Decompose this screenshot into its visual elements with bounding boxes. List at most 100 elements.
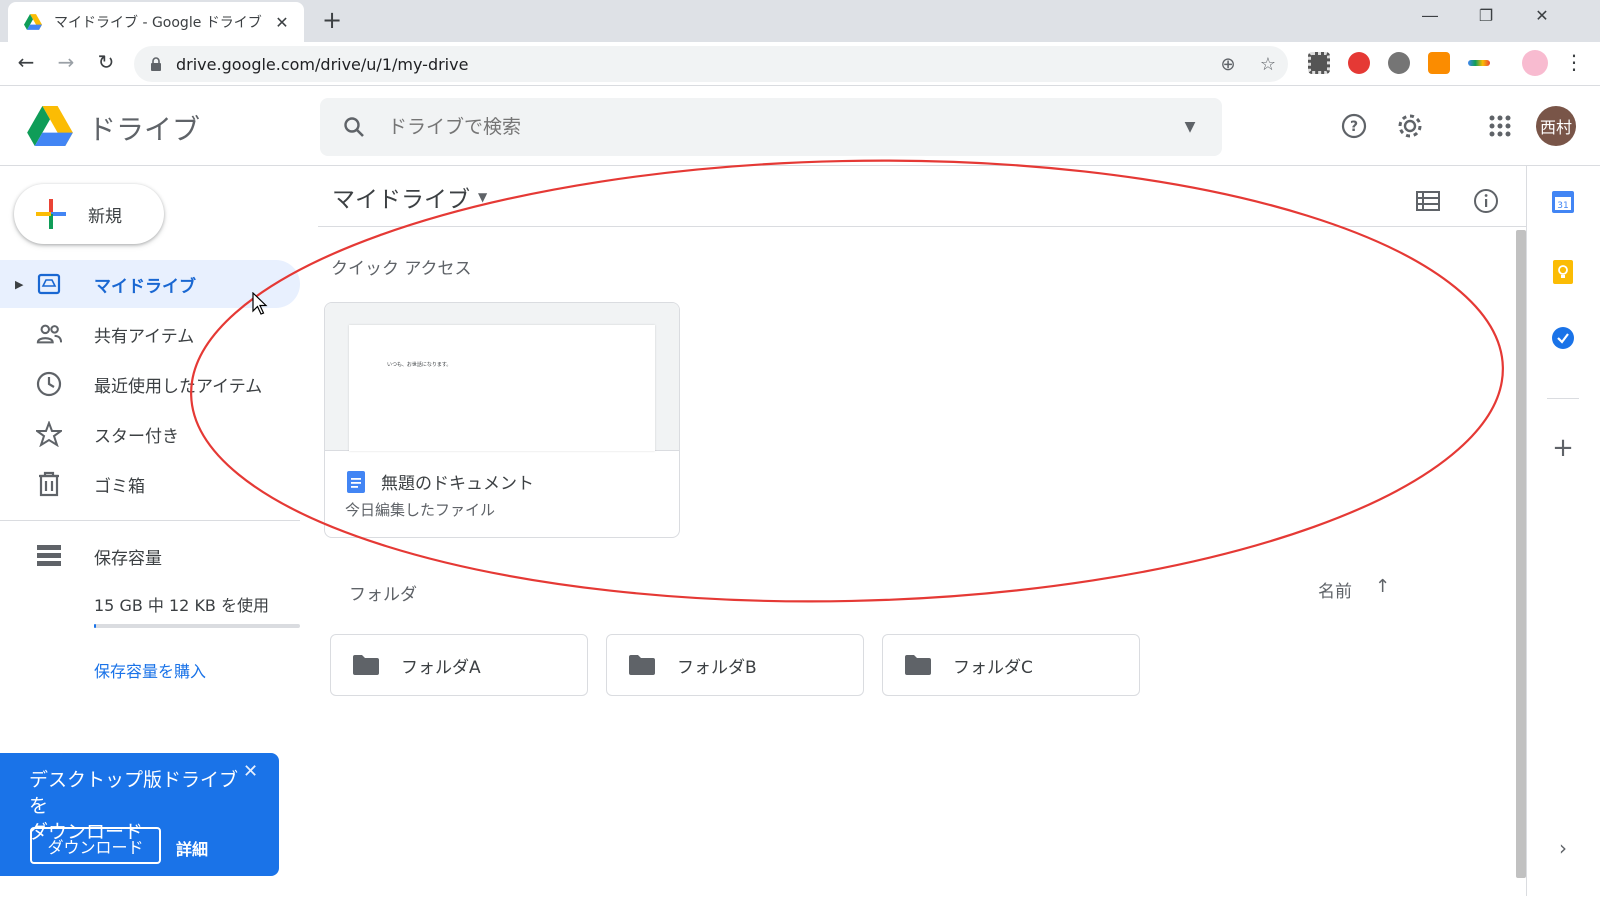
desktop-download-promo: デスクトップ版ドライブを ダウンロード ✕ ダウンロード 詳細 bbox=[0, 753, 279, 876]
chevron-down-icon: ▼ bbox=[478, 190, 488, 204]
tab-close-icon[interactable]: ✕ bbox=[272, 13, 292, 32]
trash-icon bbox=[36, 471, 62, 497]
sidebar-item-label: ゴミ箱 bbox=[94, 476, 145, 497]
search-box[interactable]: ▼ bbox=[320, 98, 1222, 156]
folder-card[interactable]: フォルダC bbox=[882, 634, 1140, 696]
analytics-extension-icon[interactable] bbox=[1468, 60, 1490, 66]
storage-usage-text: 15 GB 中 12 KB を使用 bbox=[94, 596, 269, 615]
drive-header: ドライブ ▼ ? 西村 bbox=[0, 86, 1600, 166]
main-divider bbox=[318, 226, 1526, 227]
bookmark-star-icon[interactable]: ☆ bbox=[1248, 54, 1288, 75]
google-docs-icon bbox=[347, 471, 365, 493]
tasks-icon[interactable] bbox=[1549, 324, 1577, 352]
storage-icon bbox=[36, 543, 62, 569]
lock-icon bbox=[151, 57, 161, 71]
search-input[interactable] bbox=[388, 116, 1158, 138]
document-thumbnail: いつも、お世話になります。 bbox=[325, 303, 679, 451]
back-arrow-icon[interactable]: ← bbox=[12, 50, 40, 74]
page-title[interactable]: マイドライブ ▼ bbox=[332, 180, 487, 214]
sidebar-divider bbox=[0, 520, 300, 521]
promo-close-icon[interactable]: ✕ bbox=[243, 761, 258, 782]
sort-direction-icon[interactable]: ↑ bbox=[1375, 576, 1390, 597]
sort-by-name-button[interactable]: 名前 bbox=[1318, 577, 1352, 602]
help-icon[interactable]: ? bbox=[1336, 108, 1372, 144]
folder-name: フォルダA bbox=[401, 657, 481, 678]
storage-progress-bar bbox=[94, 624, 300, 628]
new-button-label: 新規 bbox=[88, 206, 122, 227]
search-icon[interactable] bbox=[320, 115, 388, 139]
recent-icon bbox=[36, 371, 62, 397]
reload-icon[interactable]: ↻ bbox=[92, 50, 120, 74]
side-panel: 31 + › bbox=[1526, 166, 1600, 896]
folder-name: フォルダB bbox=[677, 657, 757, 678]
my-drive-icon bbox=[36, 271, 62, 297]
drive-logo-icon[interactable] bbox=[26, 106, 74, 146]
sidebar-item-label: スター付き bbox=[94, 426, 179, 447]
profile-icon[interactable] bbox=[1522, 50, 1548, 76]
folder-icon bbox=[353, 655, 379, 675]
new-button[interactable]: 新規 bbox=[14, 184, 164, 244]
svg-text:?: ? bbox=[1350, 119, 1358, 135]
side-panel-divider bbox=[1547, 398, 1579, 399]
chart-extension-icon[interactable] bbox=[1428, 52, 1450, 74]
promo-text-line: デスクトップ版ドライブを bbox=[29, 769, 239, 817]
qr-extension-icon[interactable] bbox=[1308, 52, 1330, 74]
new-tab-button[interactable]: + bbox=[322, 8, 342, 32]
sidebar-item-trash[interactable]: ゴミ箱 bbox=[0, 460, 300, 508]
search-options-icon[interactable]: ▼ bbox=[1158, 119, 1222, 135]
svg-text:31: 31 bbox=[1557, 201, 1568, 211]
info-icon[interactable] bbox=[1468, 183, 1504, 219]
folder-card[interactable]: フォルダA bbox=[330, 634, 588, 696]
folders-section-label: フォルダ bbox=[349, 585, 417, 605]
account-avatar[interactable]: 西村 bbox=[1536, 106, 1576, 146]
close-icon[interactable]: ✕ bbox=[1522, 6, 1562, 25]
sidebar-item-storage[interactable]: 保存容量 bbox=[0, 532, 300, 580]
sidebar-item-label: 保存容量 bbox=[94, 548, 162, 569]
browser-tab-strip: マイドライブ - Google ドライブ ✕ + ― ❐ ✕ bbox=[0, 0, 1600, 42]
quick-access-label: クイック アクセス bbox=[331, 259, 472, 279]
apps-icon[interactable] bbox=[1482, 108, 1518, 144]
folder-card[interactable]: フォルダB bbox=[606, 634, 864, 696]
restore-icon[interactable]: ❐ bbox=[1466, 6, 1506, 25]
download-button[interactable]: ダウンロード bbox=[30, 827, 161, 864]
buy-storage-link[interactable]: 保存容量を購入 bbox=[94, 658, 206, 682]
mouse-cursor-icon bbox=[252, 292, 268, 315]
star-icon bbox=[36, 421, 62, 447]
forward-arrow-icon[interactable]: → bbox=[52, 50, 80, 74]
scrollbar[interactable] bbox=[1516, 230, 1526, 878]
document-subtitle: 今日編集したファイル bbox=[345, 501, 496, 519]
minimize-icon[interactable]: ― bbox=[1410, 6, 1450, 25]
add-addon-icon[interactable]: + bbox=[1549, 433, 1577, 463]
folder-icon bbox=[629, 655, 655, 675]
sidebar-item-label: 共有アイテム bbox=[94, 326, 195, 347]
folder-name: フォルダC bbox=[953, 657, 1033, 678]
browser-tab-title: マイドライブ - Google ドライブ bbox=[54, 15, 262, 31]
calendar-icon[interactable]: 31 bbox=[1549, 188, 1577, 216]
page-title-text: マイドライブ bbox=[332, 187, 470, 213]
browser-toolbar: ← → ↻ drive.google.com/drive/u/1/my-driv… bbox=[0, 42, 1600, 86]
browser-menu-icon[interactable]: ⋮ bbox=[1560, 50, 1588, 74]
address-bar[interactable]: drive.google.com/drive/u/1/my-drive ⊕ ☆ bbox=[134, 46, 1288, 82]
quick-access-card[interactable]: いつも、お世話になります。 無題のドキュメント 今日編集したファイル bbox=[324, 302, 680, 538]
install-app-icon[interactable]: ⊕ bbox=[1208, 54, 1248, 75]
sidebar-item-starred[interactable]: スター付き bbox=[0, 410, 300, 458]
folder-icon bbox=[905, 655, 931, 675]
chevron-right-icon[interactable]: › bbox=[1549, 834, 1577, 862]
expand-arrow-icon[interactable]: ▶ bbox=[15, 278, 23, 291]
document-name: 無題のドキュメント bbox=[381, 474, 534, 494]
browser-tab[interactable]: マイドライブ - Google ドライブ ✕ bbox=[8, 2, 304, 42]
settings-icon[interactable] bbox=[1392, 108, 1428, 144]
drive-brand[interactable]: ドライブ bbox=[88, 108, 200, 148]
google-drive-favicon-icon bbox=[24, 14, 42, 30]
url-text: drive.google.com/drive/u/1/my-drive bbox=[176, 54, 469, 74]
red-extension-icon[interactable] bbox=[1348, 52, 1370, 74]
s-extension-icon[interactable] bbox=[1388, 52, 1410, 74]
list-view-icon[interactable] bbox=[1410, 183, 1446, 219]
details-link[interactable]: 詳細 bbox=[176, 836, 208, 860]
sidebar-item-recent[interactable]: 最近使用したアイテム bbox=[0, 360, 300, 408]
sidebar-item-shared[interactable]: 共有アイテム bbox=[0, 310, 300, 358]
sidebar-item-label: 最近使用したアイテム bbox=[94, 376, 263, 397]
document-preview-page: いつも、お世話になります。 bbox=[349, 325, 655, 451]
plus-icon bbox=[36, 199, 66, 229]
keep-icon[interactable] bbox=[1549, 258, 1577, 286]
